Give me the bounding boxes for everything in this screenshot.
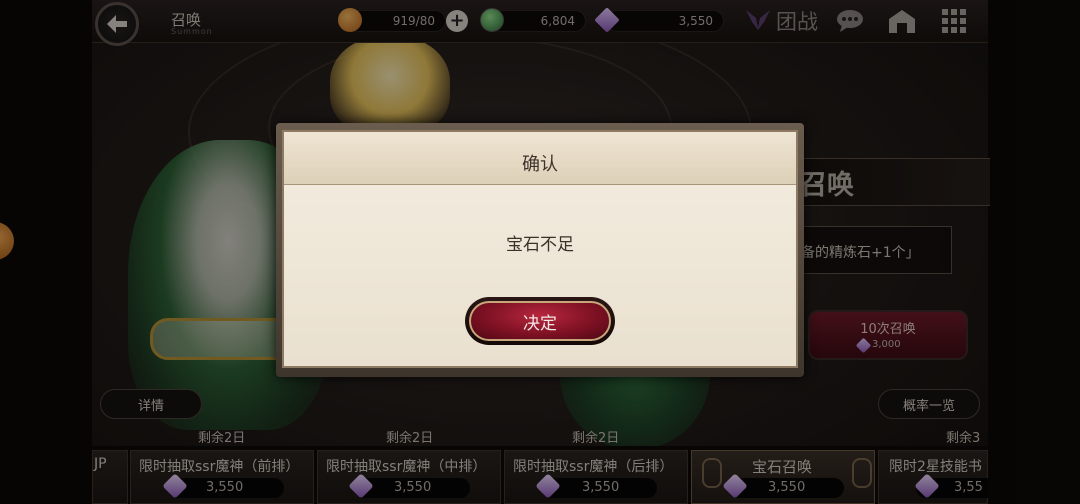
dialog-message: 宝石不足 xyxy=(506,235,574,255)
confirm-button-label: 决定 xyxy=(523,313,557,334)
confirm-button-face[interactable]: 决定 xyxy=(469,301,611,341)
confirm-button[interactable]: 决定 xyxy=(465,297,615,345)
dialog-title: 确认 xyxy=(522,154,558,175)
